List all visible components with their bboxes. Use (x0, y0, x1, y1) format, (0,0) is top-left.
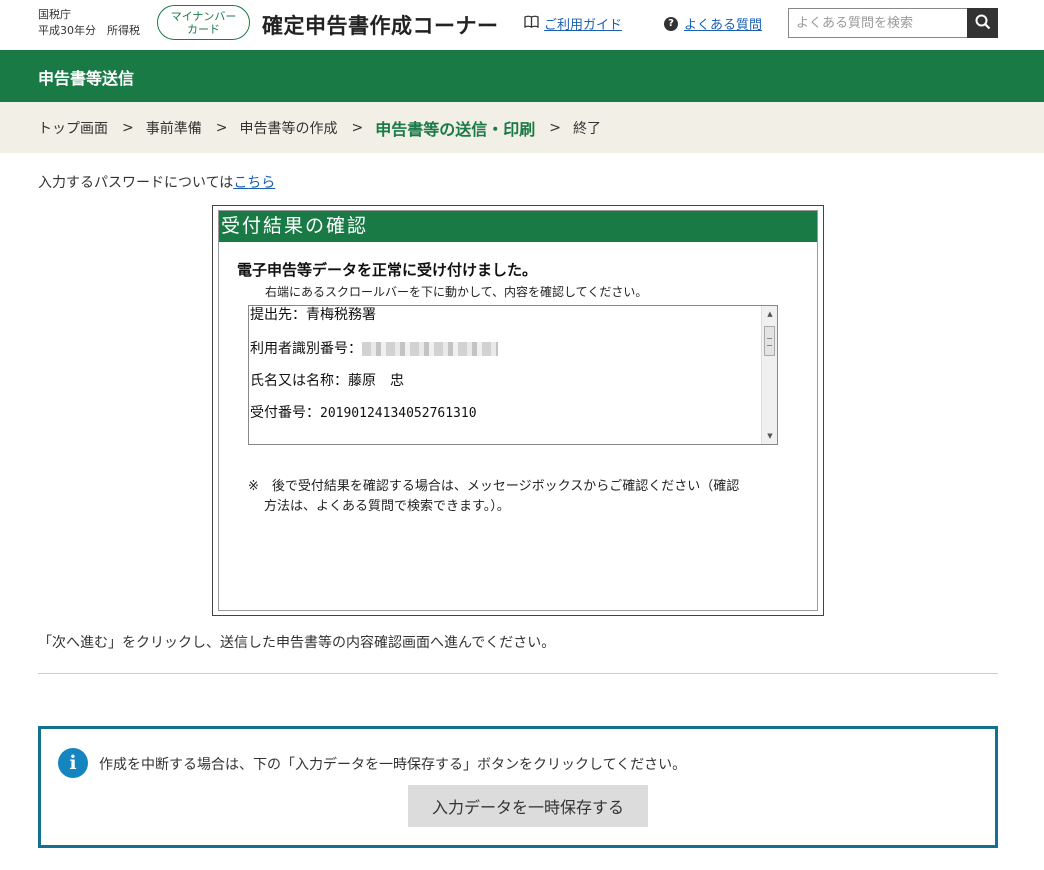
result-panel: 受付結果の確認 電子申告等データを正常に受け付けました。 右端にあるスクロールバ… (212, 205, 824, 616)
office-label: 提出先： (250, 307, 306, 323)
chevron-right-icon: > (122, 119, 134, 136)
breadcrumb-item-send-print: 申告書等の送信・印刷 (375, 119, 536, 139)
chevron-right-icon: > (351, 119, 364, 136)
user-id-label: 利用者識別番号： (250, 341, 362, 357)
result-instruction: 右端にあるスクロールバーを下に動かして、内容を確認してください。 (265, 285, 648, 299)
info-box: i 作成を中断する場合は、下の「入力データを一時保存する」ボタンをクリックしてく… (38, 726, 998, 848)
office-line: 提出先：青梅税務署 (250, 306, 760, 338)
scrollbar-thumb[interactable] (764, 326, 775, 356)
receipt-label: 受付番号： (250, 405, 320, 421)
result-message: 電子申告等データを正常に受け付けました。 (237, 261, 538, 279)
chevron-right-icon: > (215, 119, 228, 136)
mynumber-card-label: マイナンバー (170, 10, 237, 23)
scroll-up-icon[interactable]: ▲ (762, 306, 778, 322)
faq-search-input[interactable] (788, 8, 968, 38)
org-label: 国税庁 平成30年分 所得税 (38, 7, 140, 39)
breadcrumb-item-top: トップ画面 (38, 120, 108, 137)
org-name: 国税庁 (38, 8, 71, 21)
receipt-line: 受付番号：20190124134052761310 (250, 402, 760, 434)
mynumber-card-button[interactable]: マイナンバー カード (157, 5, 250, 40)
password-note-text: 入力するパスワードについては (38, 175, 234, 191)
guide-link[interactable]: ご利用ガイド (524, 14, 622, 33)
search-icon (975, 14, 991, 33)
result-note: ※ 後で受付結果を確認する場合は、メッセージボックスからご確認ください（確認方法… (248, 479, 740, 514)
office-value: 青梅税務署 (306, 307, 376, 323)
mynumber-card-label-2: カード (187, 23, 220, 36)
result-details-lines: 提出先：青梅税務署 利用者識別番号： 氏名又は名称：藤原 忠 受付番号：2019… (250, 306, 760, 434)
breadcrumb-item-finish: 終了 (572, 120, 601, 137)
name-line: 氏名又は名称：藤原 忠 (250, 370, 760, 402)
result-panel-inner: 受付結果の確認 電子申告等データを正常に受け付けました。 右端にあるスクロールバ… (218, 210, 818, 611)
page-title: 申告書等送信 (38, 69, 135, 88)
name-label: 氏名又は名称： (250, 373, 348, 389)
faq-link[interactable]: ? よくある質問 (664, 14, 762, 33)
password-note: 入力するパスワードについてはこちら (38, 172, 275, 192)
search-button[interactable] (967, 8, 998, 38)
result-heading: 受付結果の確認 (219, 211, 817, 242)
info-text: 作成を中断する場合は、下の「入力データを一時保存する」ボタンをクリックしてくださ… (99, 757, 687, 773)
save-temporary-button[interactable]: 入力データを一時保存する (408, 785, 648, 827)
password-info-link[interactable]: こちら (233, 175, 275, 191)
faq-link-label[interactable]: よくある質問 (684, 14, 762, 33)
site-title: 確定申告書作成コーナー (262, 14, 499, 38)
breadcrumb-item-preparation: 事前準備 (145, 120, 202, 137)
tax-year: 平成30年分 所得税 (38, 24, 140, 37)
scroll-down-icon[interactable]: ▼ (762, 428, 778, 444)
user-id-redacted (362, 342, 498, 356)
result-scrollbar[interactable]: ▲ ▼ (761, 306, 777, 444)
receipt-number: 20190124134052761310 (320, 406, 477, 421)
page-title-band: 申告書等送信 (0, 50, 1044, 102)
name-value: 藤原 忠 (348, 373, 404, 389)
breadcrumb-item-create: 申告書等の作成 (239, 120, 338, 137)
user-id-line: 利用者識別番号： (250, 338, 760, 370)
divider (38, 673, 998, 674)
info-icon: i (58, 748, 88, 778)
result-details-box[interactable]: 提出先：青梅税務署 利用者識別番号： 氏名又は名称：藤原 忠 受付番号：2019… (248, 305, 778, 445)
breadcrumb: トップ画面 > 事前準備 > 申告書等の作成 > 申告書等の送信・印刷 > 終了 (0, 102, 1044, 153)
chevron-right-icon: > (549, 119, 561, 136)
guide-link-label[interactable]: ご利用ガイド (544, 14, 622, 33)
book-icon (524, 15, 539, 32)
site-header: 国税庁 平成30年分 所得税 マイナンバー カード 確定申告書作成コーナー ご利… (0, 0, 1044, 50)
question-icon: ? (664, 16, 678, 31)
next-instruction: 「次へ進む」をクリックし、送信した申告書等の内容確認画面へ進んでください。 (38, 635, 556, 651)
